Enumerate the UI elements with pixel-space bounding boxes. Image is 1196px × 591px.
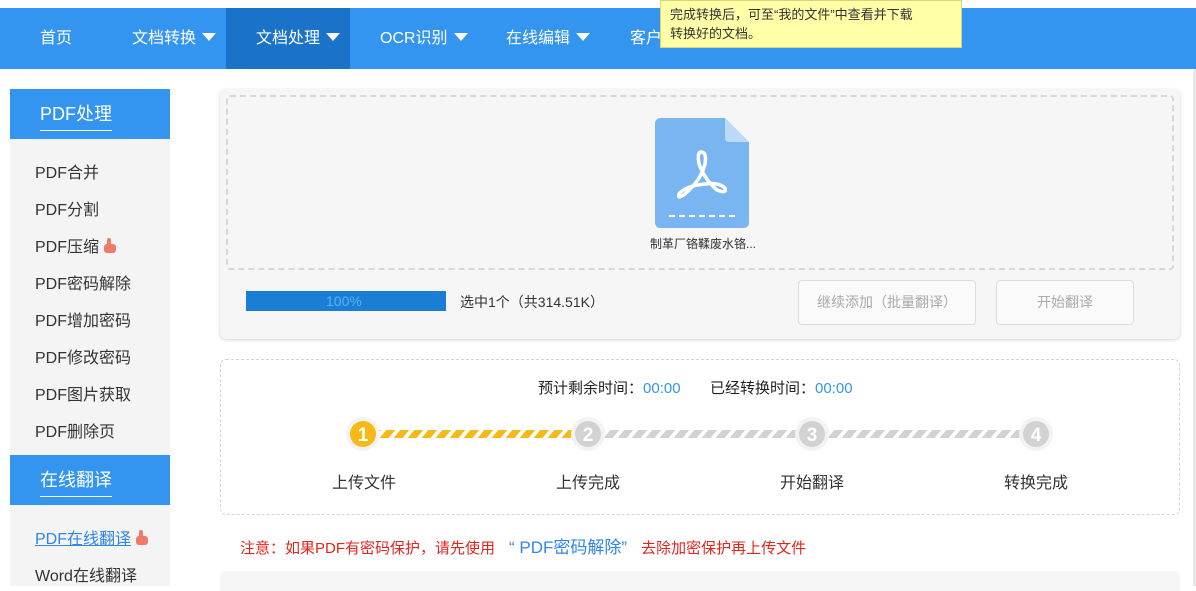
continue-add-button[interactable]: 继续添加（批量翻译） <box>798 280 976 325</box>
progress-segment-2 <box>603 430 807 438</box>
bottom-panel <box>220 571 1180 591</box>
hand-pointer-icon <box>104 238 117 253</box>
nav-item-client[interactable]: 客户 <box>630 8 662 69</box>
progress-text: 100% <box>326 293 362 309</box>
sidebar-item-pdf-unlock[interactable]: PDF密码解除 <box>35 270 131 294</box>
chevron-down-icon <box>576 33 591 41</box>
sidebar-item-label: PDF删除页 <box>35 424 116 441</box>
notice-suffix: 去除加密保护再上传文件 <box>641 540 807 557</box>
sidebar-item-label: PDF压缩 <box>35 239 100 256</box>
step-label-convert-done: 转换完成 <box>1003 475 1068 492</box>
step-4-icon: 4 <box>1019 417 1053 451</box>
svg-text:1: 1 <box>358 425 369 446</box>
tooltip-line-2: 转换好的文档。 <box>670 26 762 41</box>
svg-text:2: 2 <box>583 425 594 446</box>
sidebar-header-translate: 在线翻译 <box>10 455 170 505</box>
sidebar-item-pdf-translate[interactable]: PDF在线翻译 <box>35 525 150 549</box>
sidebar-item-pdf-extract-images[interactable]: PDF图片获取 <box>35 381 131 405</box>
conversion-status-panel: 预计剩余时间：00:00 已经转换时间：00:00 1 2 3 4 上传文件 上… <box>220 359 1180 515</box>
nav-item-home[interactable]: 首页 <box>40 8 72 69</box>
chevron-down-icon <box>453 33 468 41</box>
nav-label: OCR识别 <box>380 30 448 47</box>
sidebar-header-title: 在线翻译 <box>40 466 112 497</box>
tooltip: 完成转换后，可至“我的文件”中查看并下载 转换好的文档。 <box>660 0 962 48</box>
svg-text:4: 4 <box>1031 425 1042 446</box>
step-2-icon: 2 <box>571 417 605 451</box>
progress-segment-3 <box>827 430 1031 438</box>
nav-item-doc-convert[interactable]: 文档转换 <box>132 8 217 69</box>
selection-info: 选中1个（共314.51K） <box>460 294 604 310</box>
sidebar-header-title: PDF处理 <box>40 100 112 131</box>
sidebar-list-pdf: PDF合并 PDF分割 PDF压缩 PDF密码解除 PDF增加密码 PDF修改密… <box>10 139 170 455</box>
upload-panel: 制革厂铬鞣废水铬... 100% 选中1个（共314.51K） 继续添加（批量翻… <box>220 89 1180 339</box>
start-translate-button[interactable]: 开始翻译 <box>996 280 1134 325</box>
nav-label: 文档转换 <box>132 30 197 47</box>
file-dropzone[interactable]: 制革厂铬鞣废水铬... <box>226 95 1174 270</box>
sidebar-item-pdf-add-password[interactable]: PDF增加密码 <box>35 307 131 331</box>
nav-item-doc-process[interactable]: 文档处理 <box>226 8 350 69</box>
progress-segment-1 <box>379 430 583 438</box>
sidebar-item-label: PDF分割 <box>35 202 100 219</box>
sidebar-item-label: PDF在线翻译 <box>35 531 132 548</box>
step-label-start-translate: 开始翻译 <box>779 475 844 492</box>
nav-label: 客户 <box>630 30 663 47</box>
nav-label: 在线编辑 <box>506 30 571 47</box>
nav-item-online-edit[interactable]: 在线编辑 <box>506 8 591 69</box>
upload-progress-bar: 100% <box>246 291 446 311</box>
tooltip-line-1: 完成转换后，可至“我的文件”中查看并下载 <box>670 7 913 22</box>
svg-text:3: 3 <box>807 425 818 446</box>
step-label-upload-done: 上传完成 <box>555 475 620 492</box>
pdf-file-icon[interactable] <box>655 118 749 228</box>
chevron-down-icon <box>326 33 341 41</box>
sidebar-item-label: PDF图片获取 <box>35 387 132 404</box>
sidebar-item-label: PDF增加密码 <box>35 313 132 330</box>
file-name: 制革厂铬鞣废水铬... <box>649 237 756 251</box>
sidebar-item-pdf-delete-pages[interactable]: PDF删除页 <box>35 418 115 442</box>
password-notice: 注意：如果PDF有密码保护，请先使用 “ PDF密码解除” 去除加密保护再上传文件 <box>240 533 806 558</box>
hand-pointer-icon <box>136 530 149 545</box>
pdf-unlock-link[interactable]: “ PDF密码解除” <box>509 538 627 557</box>
top-nav: 首页 文档转换 文档处理 OCR识别 在线编辑 客户 <box>0 8 1196 69</box>
sidebar-header-pdf: PDF处理 <box>10 89 170 139</box>
sidebar-item-label: Word在线翻译 <box>35 568 137 585</box>
sidebar-item-label: PDF合并 <box>35 165 100 182</box>
nav-label: 首页 <box>40 30 73 47</box>
sidebar-item-pdf-compress[interactable]: PDF压缩 <box>35 233 118 257</box>
notice-prefix: 注意：如果PDF有密码保护，请先使用 <box>240 540 496 557</box>
sidebar-item-pdf-split[interactable]: PDF分割 <box>35 196 99 220</box>
sidebar-item-word-translate[interactable]: Word在线翻译 <box>35 562 137 586</box>
nav-item-ocr[interactable]: OCR识别 <box>380 8 468 69</box>
sidebar-item-pdf-change-password[interactable]: PDF修改密码 <box>35 344 131 368</box>
sidebar-list-translate: PDF在线翻译 Word在线翻译 <box>10 505 170 586</box>
nav-label: 文档处理 <box>256 30 321 47</box>
sidebar-item-label: PDF密码解除 <box>35 276 132 293</box>
sidebar-item-label: PDF修改密码 <box>35 350 132 367</box>
top-strip <box>0 0 1196 8</box>
step-1-icon: 1 <box>346 417 380 451</box>
step-label-upload-file: 上传文件 <box>331 475 396 492</box>
chevron-down-icon <box>202 33 217 41</box>
sidebar-item-pdf-merge[interactable]: PDF合并 <box>35 159 99 183</box>
step-3-icon: 3 <box>795 417 829 451</box>
